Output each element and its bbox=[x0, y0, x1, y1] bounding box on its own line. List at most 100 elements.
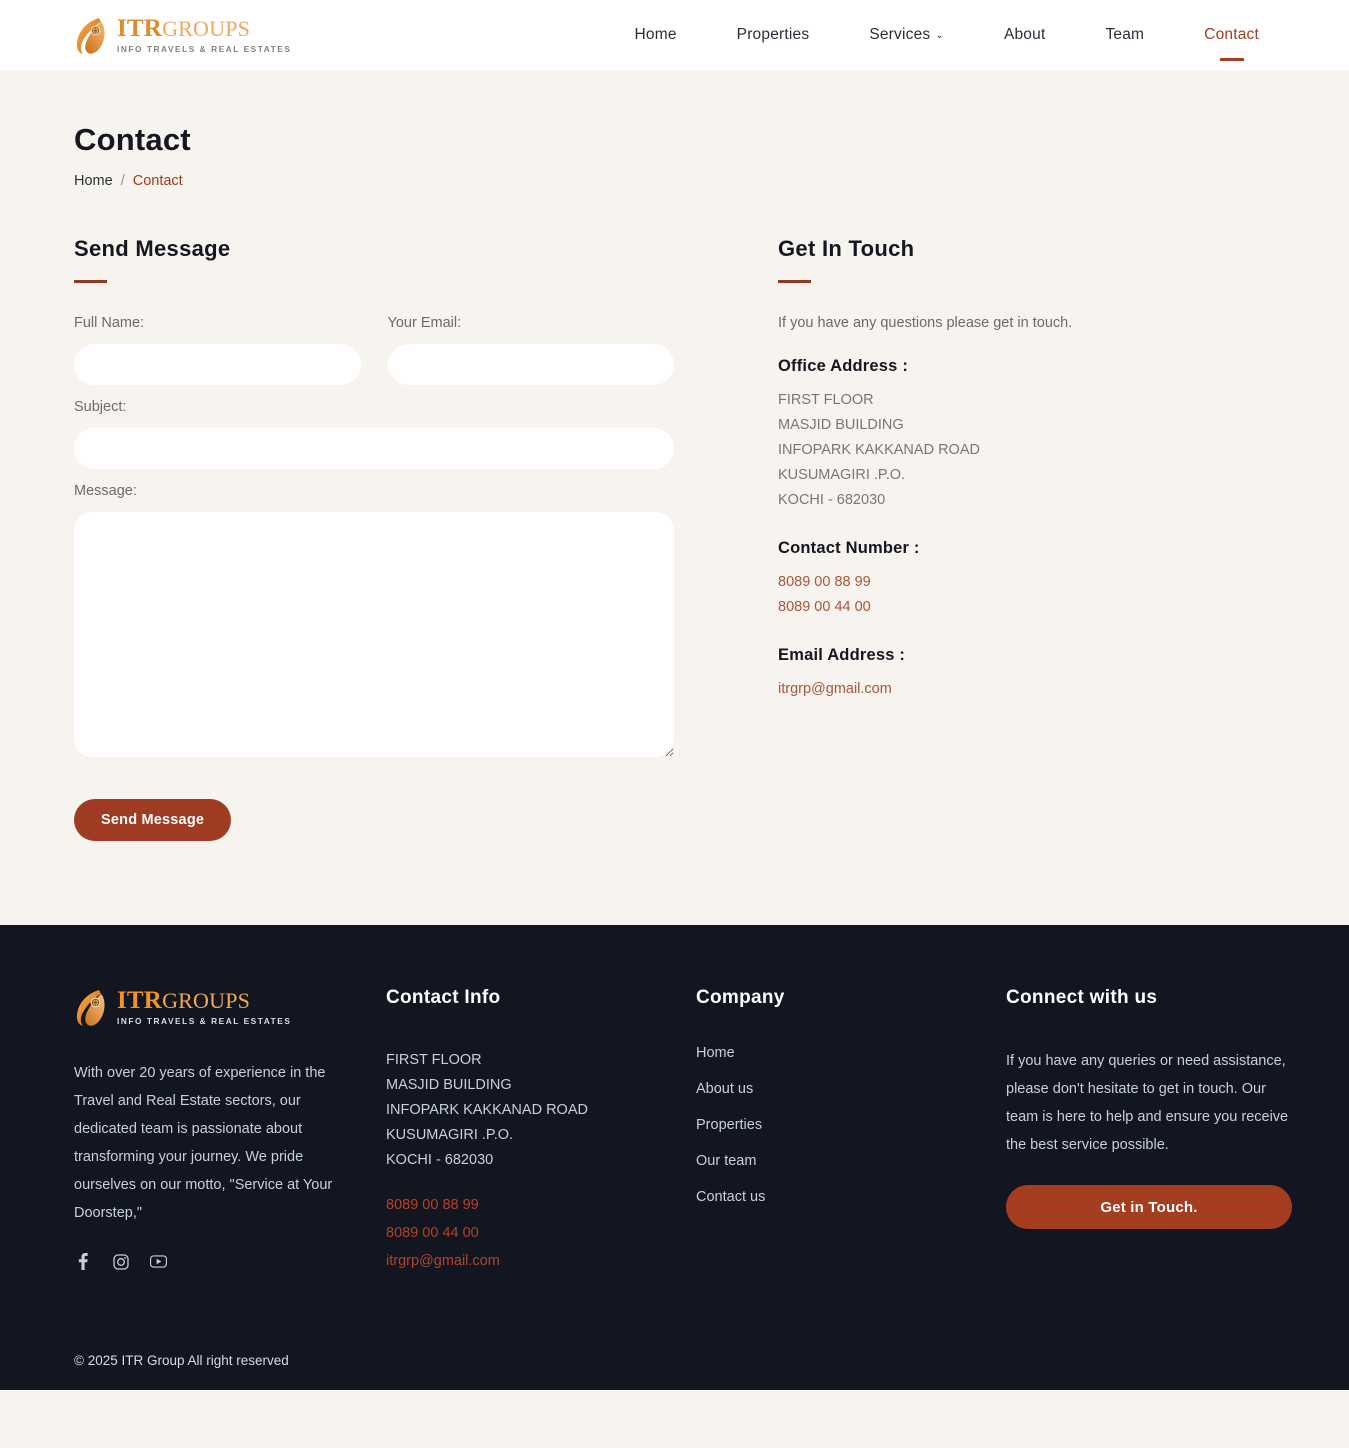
brand-name-light: GROUPS bbox=[162, 988, 251, 1014]
breadcrumb: Home / Contact bbox=[74, 173, 1289, 189]
get-in-touch-button[interactable]: Get in Touch. bbox=[1006, 1185, 1292, 1229]
address-line: KOCHI - 682030 bbox=[778, 492, 886, 508]
address-line: FIRST FLOOR bbox=[386, 1052, 482, 1068]
footer-link-our-team[interactable]: Our team bbox=[696, 1153, 1006, 1169]
field-email: Your Email: bbox=[387, 315, 674, 385]
brand-tagline: INFO TRAVELS & REAL ESTATES bbox=[117, 1016, 292, 1027]
instagram-icon[interactable] bbox=[112, 1253, 129, 1270]
site-header: ITRGROUPS INFO TRAVELS & REAL ESTATES Ho… bbox=[0, 0, 1349, 70]
nav-label: Properties bbox=[736, 26, 810, 43]
nav-item-about[interactable]: About bbox=[974, 26, 1076, 44]
nav-label: About bbox=[1003, 26, 1046, 43]
youtube-icon[interactable] bbox=[150, 1253, 167, 1270]
chevron-down-icon: ⌄ bbox=[935, 30, 944, 41]
footer-link-contact-us[interactable]: Contact us bbox=[696, 1189, 1006, 1205]
footer-bottom-bar: © 2025 ITR Group All right reserved bbox=[74, 1353, 1289, 1390]
footer-company-column: Company Home About us Properties Our tea… bbox=[696, 987, 1006, 1275]
footer-columns: ITRGROUPS INFO TRAVELS & REAL ESTATES Wi… bbox=[74, 987, 1292, 1275]
footer-phone-list: 8089 00 88 99 8089 00 44 00 itrgrp@gmail… bbox=[386, 1191, 696, 1275]
contact-content: Send Message Full Name: Your Email: Subj… bbox=[74, 189, 1289, 925]
send-message-button[interactable]: Send Message bbox=[74, 799, 232, 841]
office-address-lines: FIRST FLOOR MASJID BUILDING INFOPARK KAK… bbox=[778, 388, 1289, 513]
nav-item-team[interactable]: Team bbox=[1075, 26, 1174, 44]
email-label: Your Email: bbox=[387, 315, 462, 331]
footer-phone-link[interactable]: 8089 00 88 99 bbox=[386, 1191, 696, 1219]
address-line: INFOPARK KAKKANAD ROAD bbox=[778, 442, 980, 458]
footer-contact-info-column: Contact Info FIRST FLOOR MASJID BUILDING… bbox=[386, 987, 696, 1275]
send-message-title: Send Message bbox=[74, 236, 231, 261]
message-textarea[interactable] bbox=[74, 512, 674, 757]
brand-logo-header[interactable]: ITRGROUPS INFO TRAVELS & REAL ESTATES bbox=[74, 15, 291, 55]
get-in-touch-lead: If you have any questions please get in … bbox=[778, 315, 1073, 331]
copyright-text: © 2025 ITR Group All right reserved bbox=[74, 1353, 289, 1368]
field-message: Message: bbox=[74, 483, 674, 757]
footer-link-about-us[interactable]: About us bbox=[696, 1081, 1006, 1097]
brand-wordmark: ITRGROUPS INFO TRAVELS & REAL ESTATES bbox=[117, 16, 291, 53]
nav-label: Contact bbox=[1204, 26, 1259, 43]
footer-connect-column: Connect with us If you have any queries … bbox=[1006, 987, 1292, 1275]
footer-email-link[interactable]: itrgrp@gmail.com bbox=[386, 1247, 696, 1275]
footer-connect-text: If you have any queries or need assistan… bbox=[1006, 1053, 1289, 1153]
brand-name-light: GROUPS bbox=[162, 16, 251, 42]
full-name-input[interactable] bbox=[74, 344, 361, 385]
get-in-touch-section: Get In Touch If you have any questions p… bbox=[778, 236, 1289, 841]
itr-ribbon-logo-icon bbox=[74, 987, 108, 1027]
footer-phone-link[interactable]: 8089 00 44 00 bbox=[386, 1219, 696, 1247]
footer-link-home[interactable]: Home bbox=[696, 1045, 1006, 1061]
nav-item-services[interactable]: Services ⌄ bbox=[839, 26, 974, 44]
email-address-heading: Email Address : bbox=[778, 646, 906, 664]
page-title: Contact bbox=[74, 122, 191, 157]
phone-number: 8089 00 44 00 bbox=[778, 595, 1289, 620]
footer-contact-info-title: Contact Info bbox=[386, 987, 501, 1008]
contact-number-heading: Contact Number : bbox=[778, 539, 920, 557]
breadcrumb-separator: / bbox=[120, 173, 125, 189]
breadcrumb-home-link[interactable]: Home bbox=[74, 173, 113, 189]
address-line: KOCHI - 682030 bbox=[386, 1152, 494, 1168]
address-line: KUSUMAGIRI .P.O. bbox=[386, 1127, 514, 1143]
email-link[interactable]: itrgrp@gmail.com bbox=[778, 681, 892, 697]
phone-number: 8089 00 88 99 bbox=[778, 570, 1289, 595]
brand-wordmark: ITRGROUPS INFO TRAVELS & REAL ESTATES bbox=[117, 988, 291, 1025]
full-name-label: Full Name: bbox=[74, 315, 145, 331]
facebook-icon[interactable] bbox=[74, 1253, 91, 1270]
brand-logo-footer[interactable]: ITRGROUPS INFO TRAVELS & REAL ESTATES bbox=[74, 987, 386, 1027]
contact-number-list: 8089 00 88 99 8089 00 44 00 bbox=[778, 570, 1289, 620]
nav-item-home[interactable]: Home bbox=[605, 26, 707, 44]
get-in-touch-title: Get In Touch bbox=[778, 236, 915, 261]
main-navigation: Home Properties Services ⌄ About Team Co… bbox=[605, 26, 1290, 44]
nav-item-contact[interactable]: Contact bbox=[1174, 26, 1289, 44]
email-address-value: itrgrp@gmail.com bbox=[778, 677, 1289, 702]
nav-label: Home bbox=[634, 26, 677, 43]
email-input[interactable] bbox=[387, 344, 674, 385]
page-content: Contact Home / Contact Send Message Full… bbox=[0, 70, 1349, 925]
title-underline-rule bbox=[778, 280, 811, 283]
nav-item-properties[interactable]: Properties bbox=[707, 26, 840, 44]
footer-link-properties[interactable]: Properties bbox=[696, 1117, 1006, 1133]
nav-label: Team bbox=[1105, 26, 1145, 43]
breadcrumb-current: Contact bbox=[132, 173, 183, 189]
field-full-name: Full Name: bbox=[74, 315, 361, 385]
site-footer: ITRGROUPS INFO TRAVELS & REAL ESTATES Wi… bbox=[0, 925, 1349, 1390]
nav-label: Services bbox=[869, 26, 931, 43]
message-label: Message: bbox=[74, 483, 137, 499]
send-message-section: Send Message Full Name: Your Email: Subj… bbox=[74, 236, 674, 841]
contact-form: Full Name: Your Email: Subject: Message: bbox=[74, 315, 674, 841]
phone-link[interactable]: 8089 00 88 99 bbox=[778, 574, 871, 590]
footer-company-links: Home About us Properties Our team Contac… bbox=[696, 1045, 1006, 1205]
email-row: itrgrp@gmail.com bbox=[778, 677, 1289, 702]
footer-address-lines: FIRST FLOOR MASJID BUILDING INFOPARK KAK… bbox=[386, 1048, 696, 1173]
address-line: KUSUMAGIRI .P.O. bbox=[778, 467, 906, 483]
field-subject: Subject: bbox=[74, 399, 674, 469]
itr-ribbon-logo-icon bbox=[74, 15, 108, 55]
brand-tagline: INFO TRAVELS & REAL ESTATES bbox=[117, 44, 292, 55]
footer-company-title: Company bbox=[696, 987, 785, 1008]
footer-connect-title: Connect with us bbox=[1006, 987, 1158, 1008]
subject-label: Subject: bbox=[74, 399, 127, 415]
address-line: INFOPARK KAKKANAD ROAD bbox=[386, 1102, 588, 1118]
subject-input[interactable] bbox=[74, 428, 674, 469]
brand-name-bold: ITR bbox=[117, 987, 163, 1015]
form-row-name-email: Full Name: Your Email: bbox=[74, 315, 674, 399]
phone-link[interactable]: 8089 00 44 00 bbox=[778, 599, 871, 615]
office-address-heading: Office Address : bbox=[778, 357, 909, 375]
address-line: MASJID BUILDING bbox=[778, 417, 904, 433]
